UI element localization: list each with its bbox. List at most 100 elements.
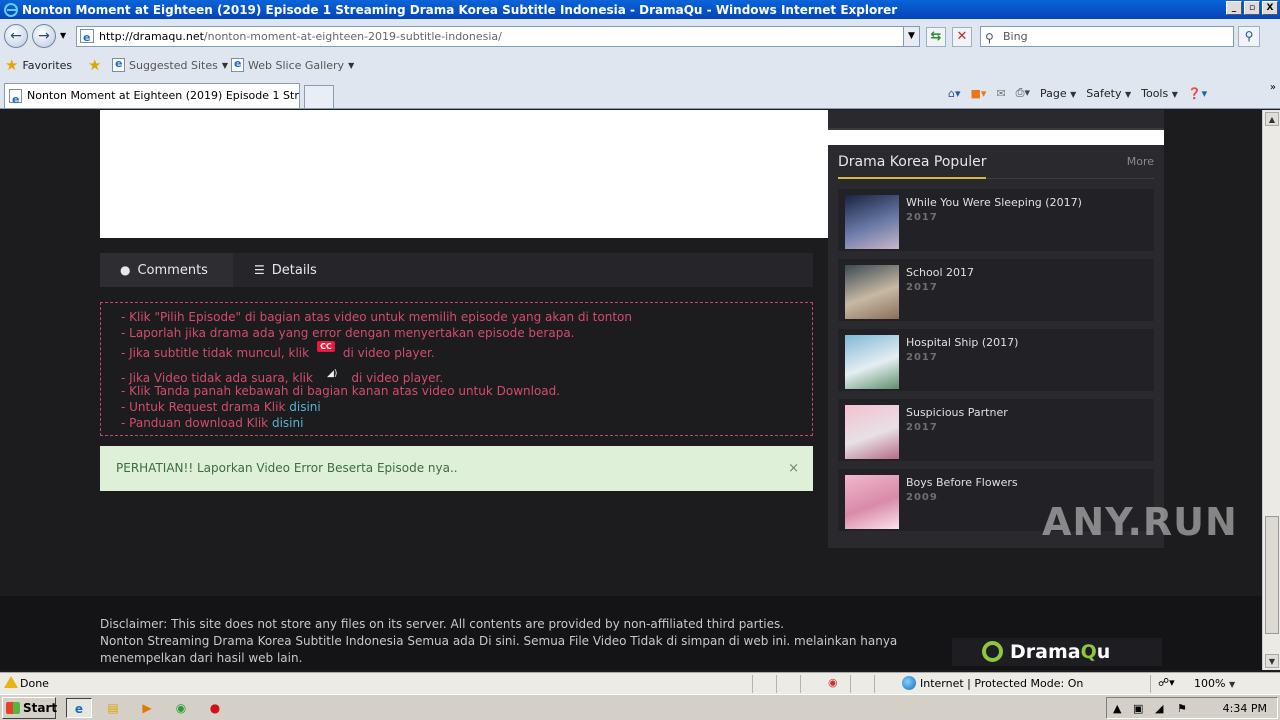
scroll-down-icon[interactable]: ▼ bbox=[1265, 654, 1279, 668]
volume-icon[interactable]: ◢ bbox=[1155, 702, 1163, 715]
alert-close-button[interactable]: × bbox=[788, 446, 799, 491]
overflow-chevron-icon[interactable]: » bbox=[1270, 82, 1276, 93]
request-drama-link[interactable]: disini bbox=[289, 400, 320, 414]
back-button[interactable]: ← bbox=[4, 24, 28, 48]
maximize-button[interactable]: ▫ bbox=[1244, 1, 1260, 15]
popup-blocker-icon[interactable]: ◉ bbox=[828, 676, 838, 689]
refresh-button[interactable]: ⇆ bbox=[926, 27, 946, 47]
comments-icon: ● bbox=[120, 263, 131, 277]
web-page: ● Comments ☰ Details - Klik "Pilih Episode… bbox=[0, 110, 1262, 670]
tray-arrow-icon[interactable]: ▲ bbox=[1113, 702, 1121, 715]
scroll-thumb[interactable] bbox=[1265, 516, 1279, 634]
search-button[interactable]: ⚲ bbox=[1238, 26, 1260, 47]
home-icon[interactable]: ⌂▾ bbox=[948, 87, 961, 100]
scroll-up-icon[interactable]: ▲ bbox=[1265, 112, 1279, 126]
favorites-bar: ★ Favorites ★ Suggested Sites ▼ Web Slic… bbox=[0, 54, 1280, 78]
tab-details[interactable]: ☰ Details bbox=[234, 253, 317, 287]
browser-tab-active[interactable]: Nonton Moment at Eighteen (2019) Episode… bbox=[4, 83, 300, 108]
tab-favicon-icon bbox=[9, 88, 22, 108]
suggested-sites-button[interactable]: Suggested Sites ▼ bbox=[112, 57, 228, 72]
drama-list-item[interactable]: While You Were Sleeping (2017) 2017 bbox=[838, 189, 1154, 251]
drama-list-item[interactable]: Suspicious Partner 2017 bbox=[838, 399, 1154, 461]
lock-icon[interactable]: ☍▾ bbox=[1158, 676, 1175, 689]
tab-details-label: Details bbox=[271, 263, 317, 278]
address-bar[interactable]: http://dramaqu.net/nonton-moment-at-eigh… bbox=[76, 26, 920, 47]
instruction-text: - Untuk Request drama Klik bbox=[121, 400, 286, 414]
chevron-down-icon: ▼ bbox=[221, 60, 228, 70]
instruction-line: - Untuk Request drama Klik disini bbox=[121, 399, 812, 415]
minimize-button[interactable]: _ bbox=[1226, 1, 1242, 15]
tab-comments-label: Comments bbox=[137, 263, 208, 278]
sidebar-top-widget bbox=[828, 110, 1164, 130]
security-zone[interactable]: Internet | Protected Mode: On bbox=[902, 676, 1083, 690]
drama-poster-thumbnail[interactable] bbox=[845, 195, 899, 249]
read-mail-icon[interactable]: ✉ bbox=[996, 87, 1005, 100]
safety-menu-label: Safety bbox=[1086, 86, 1122, 100]
search-input[interactable]: ⚲ Bing bbox=[980, 26, 1234, 47]
footer-line: menempelkan dari hasil web lain. bbox=[100, 651, 303, 665]
film-reel-icon bbox=[982, 641, 1003, 662]
drama-poster-thumbnail[interactable] bbox=[845, 265, 899, 319]
status-text: Done bbox=[20, 677, 49, 690]
instruction-text: - Jika subtitle tidak muncul, klik bbox=[121, 346, 310, 360]
drama-title[interactable]: While You Were Sleeping (2017) bbox=[906, 196, 1082, 209]
video-player[interactable] bbox=[100, 110, 828, 238]
address-dropdown-icon[interactable]: ▼ bbox=[903, 27, 919, 46]
drama-list-item[interactable]: Hospital Ship (2017) 2017 bbox=[838, 329, 1154, 391]
media-player-taskbar-icon[interactable]: ▶ bbox=[134, 698, 160, 718]
windows-taskbar: Start e ▤ ▶ ◉ ● ▲ ▣ ◢ ⚑ 4:34 PM bbox=[0, 694, 1280, 720]
drama-title[interactable]: School 2017 bbox=[906, 266, 974, 279]
web-slice-gallery-button[interactable]: Web Slice Gallery ▼ bbox=[231, 57, 354, 72]
stop-button[interactable]: ✕ bbox=[952, 27, 972, 47]
instruction-line: - Jika subtitle tidak muncul, klik CC di v… bbox=[121, 341, 812, 362]
footer-text: Disclaimer: This site does not store any… bbox=[100, 616, 900, 667]
explorer-taskbar-icon[interactable]: ▤ bbox=[100, 698, 126, 718]
ie-logo-icon bbox=[4, 2, 18, 17]
feeds-icon[interactable]: ■▾ bbox=[971, 87, 987, 100]
favorites-button[interactable]: ★ Favorites bbox=[5, 58, 73, 73]
print-icon[interactable]: ⎙▾ bbox=[1016, 86, 1030, 100]
suggested-sites-icon bbox=[112, 57, 125, 72]
forward-button[interactable]: → bbox=[32, 24, 56, 48]
system-tray: ▲ ▣ ◢ ⚑ 4:34 PM bbox=[1106, 697, 1278, 719]
opera-taskbar-icon[interactable]: ● bbox=[202, 698, 228, 718]
network-icon[interactable]: ▣ bbox=[1133, 702, 1143, 715]
start-button[interactable]: Start bbox=[2, 697, 57, 719]
drama-title[interactable]: Hospital Ship (2017) bbox=[906, 336, 1018, 349]
favorites-label: Favorites bbox=[22, 58, 73, 72]
page-scrollbar[interactable]: ▲ ▼ bbox=[1262, 110, 1280, 670]
windows-flag-icon bbox=[6, 702, 20, 714]
drama-poster-thumbnail[interactable] bbox=[845, 475, 899, 529]
drama-list-item[interactable]: School 2017 2017 bbox=[838, 259, 1154, 321]
add-to-favorites-button[interactable]: ★ bbox=[88, 56, 102, 74]
zoom-level[interactable]: 100% ▼ bbox=[1194, 677, 1235, 690]
search-icon: ⚲ bbox=[985, 31, 994, 45]
tools-menu-label: Tools bbox=[1141, 86, 1169, 100]
drama-title[interactable]: Boys Before Flowers bbox=[906, 476, 1018, 489]
drama-year: 2017 bbox=[906, 212, 938, 223]
drama-poster-thumbnail[interactable] bbox=[845, 335, 899, 389]
tools-menu[interactable]: Tools ▼ bbox=[1141, 87, 1178, 100]
chrome-taskbar-icon[interactable]: ◉ bbox=[168, 698, 194, 718]
page-menu[interactable]: Page ▼ bbox=[1040, 87, 1076, 100]
sidebar-more-link[interactable]: More bbox=[1127, 153, 1154, 171]
tab-comments[interactable]: ● Comments bbox=[100, 253, 233, 287]
new-tab-button[interactable] bbox=[304, 85, 334, 108]
close-button[interactable]: X bbox=[1262, 1, 1278, 15]
suggested-sites-label: Suggested Sites bbox=[129, 58, 218, 72]
download-guide-link[interactable]: disini bbox=[272, 416, 303, 430]
browser-chrome: ← → ▼ http://dramaqu.net/nonton-moment-a… bbox=[0, 19, 1280, 109]
clock[interactable]: 4:34 PM bbox=[1223, 702, 1267, 715]
action-center-flag-icon[interactable]: ⚑ bbox=[1177, 702, 1187, 715]
footer-disclaimer: Disclaimer: This site does not store any… bbox=[100, 617, 785, 631]
drama-poster-thumbnail[interactable] bbox=[845, 405, 899, 459]
ie-taskbar-icon[interactable]: e bbox=[66, 698, 92, 718]
history-dropdown-icon[interactable]: ▼ bbox=[60, 31, 66, 40]
drama-title[interactable]: Suspicious Partner bbox=[906, 406, 1008, 419]
add-favorites-icon: ★ bbox=[88, 56, 102, 74]
window-titlebar: Nonton Moment at Eighteen (2019) Episode… bbox=[0, 0, 1280, 19]
dramaqu-logo[interactable]: DramaQu bbox=[952, 638, 1162, 666]
help-icon[interactable]: ❓▾ bbox=[1188, 87, 1207, 100]
zoom-value: 100% bbox=[1194, 677, 1226, 690]
safety-menu[interactable]: Safety ▼ bbox=[1086, 87, 1131, 100]
